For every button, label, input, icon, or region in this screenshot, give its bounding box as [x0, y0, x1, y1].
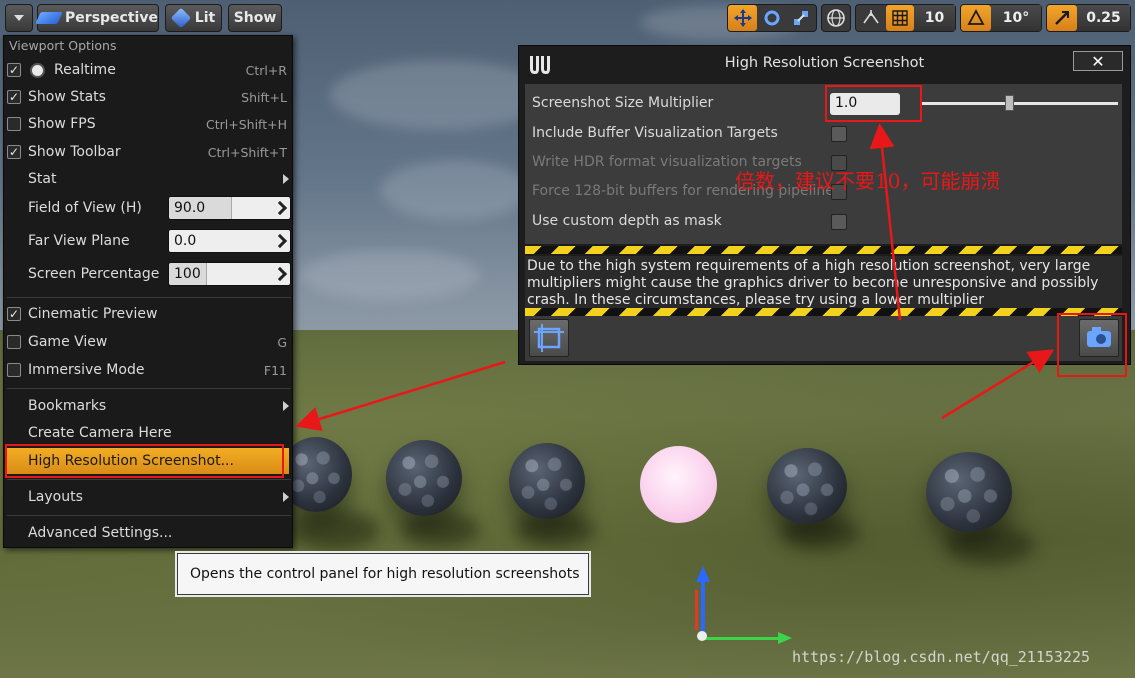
arrow-to-capture — [941, 349, 1055, 420]
watermark: https://blog.csdn.net/qq_21153225 — [792, 648, 1091, 666]
arrow-to-menu-item — [295, 360, 506, 432]
annotation-arrows — [295, 123, 1055, 432]
arrow-to-multiplier — [869, 123, 902, 321]
